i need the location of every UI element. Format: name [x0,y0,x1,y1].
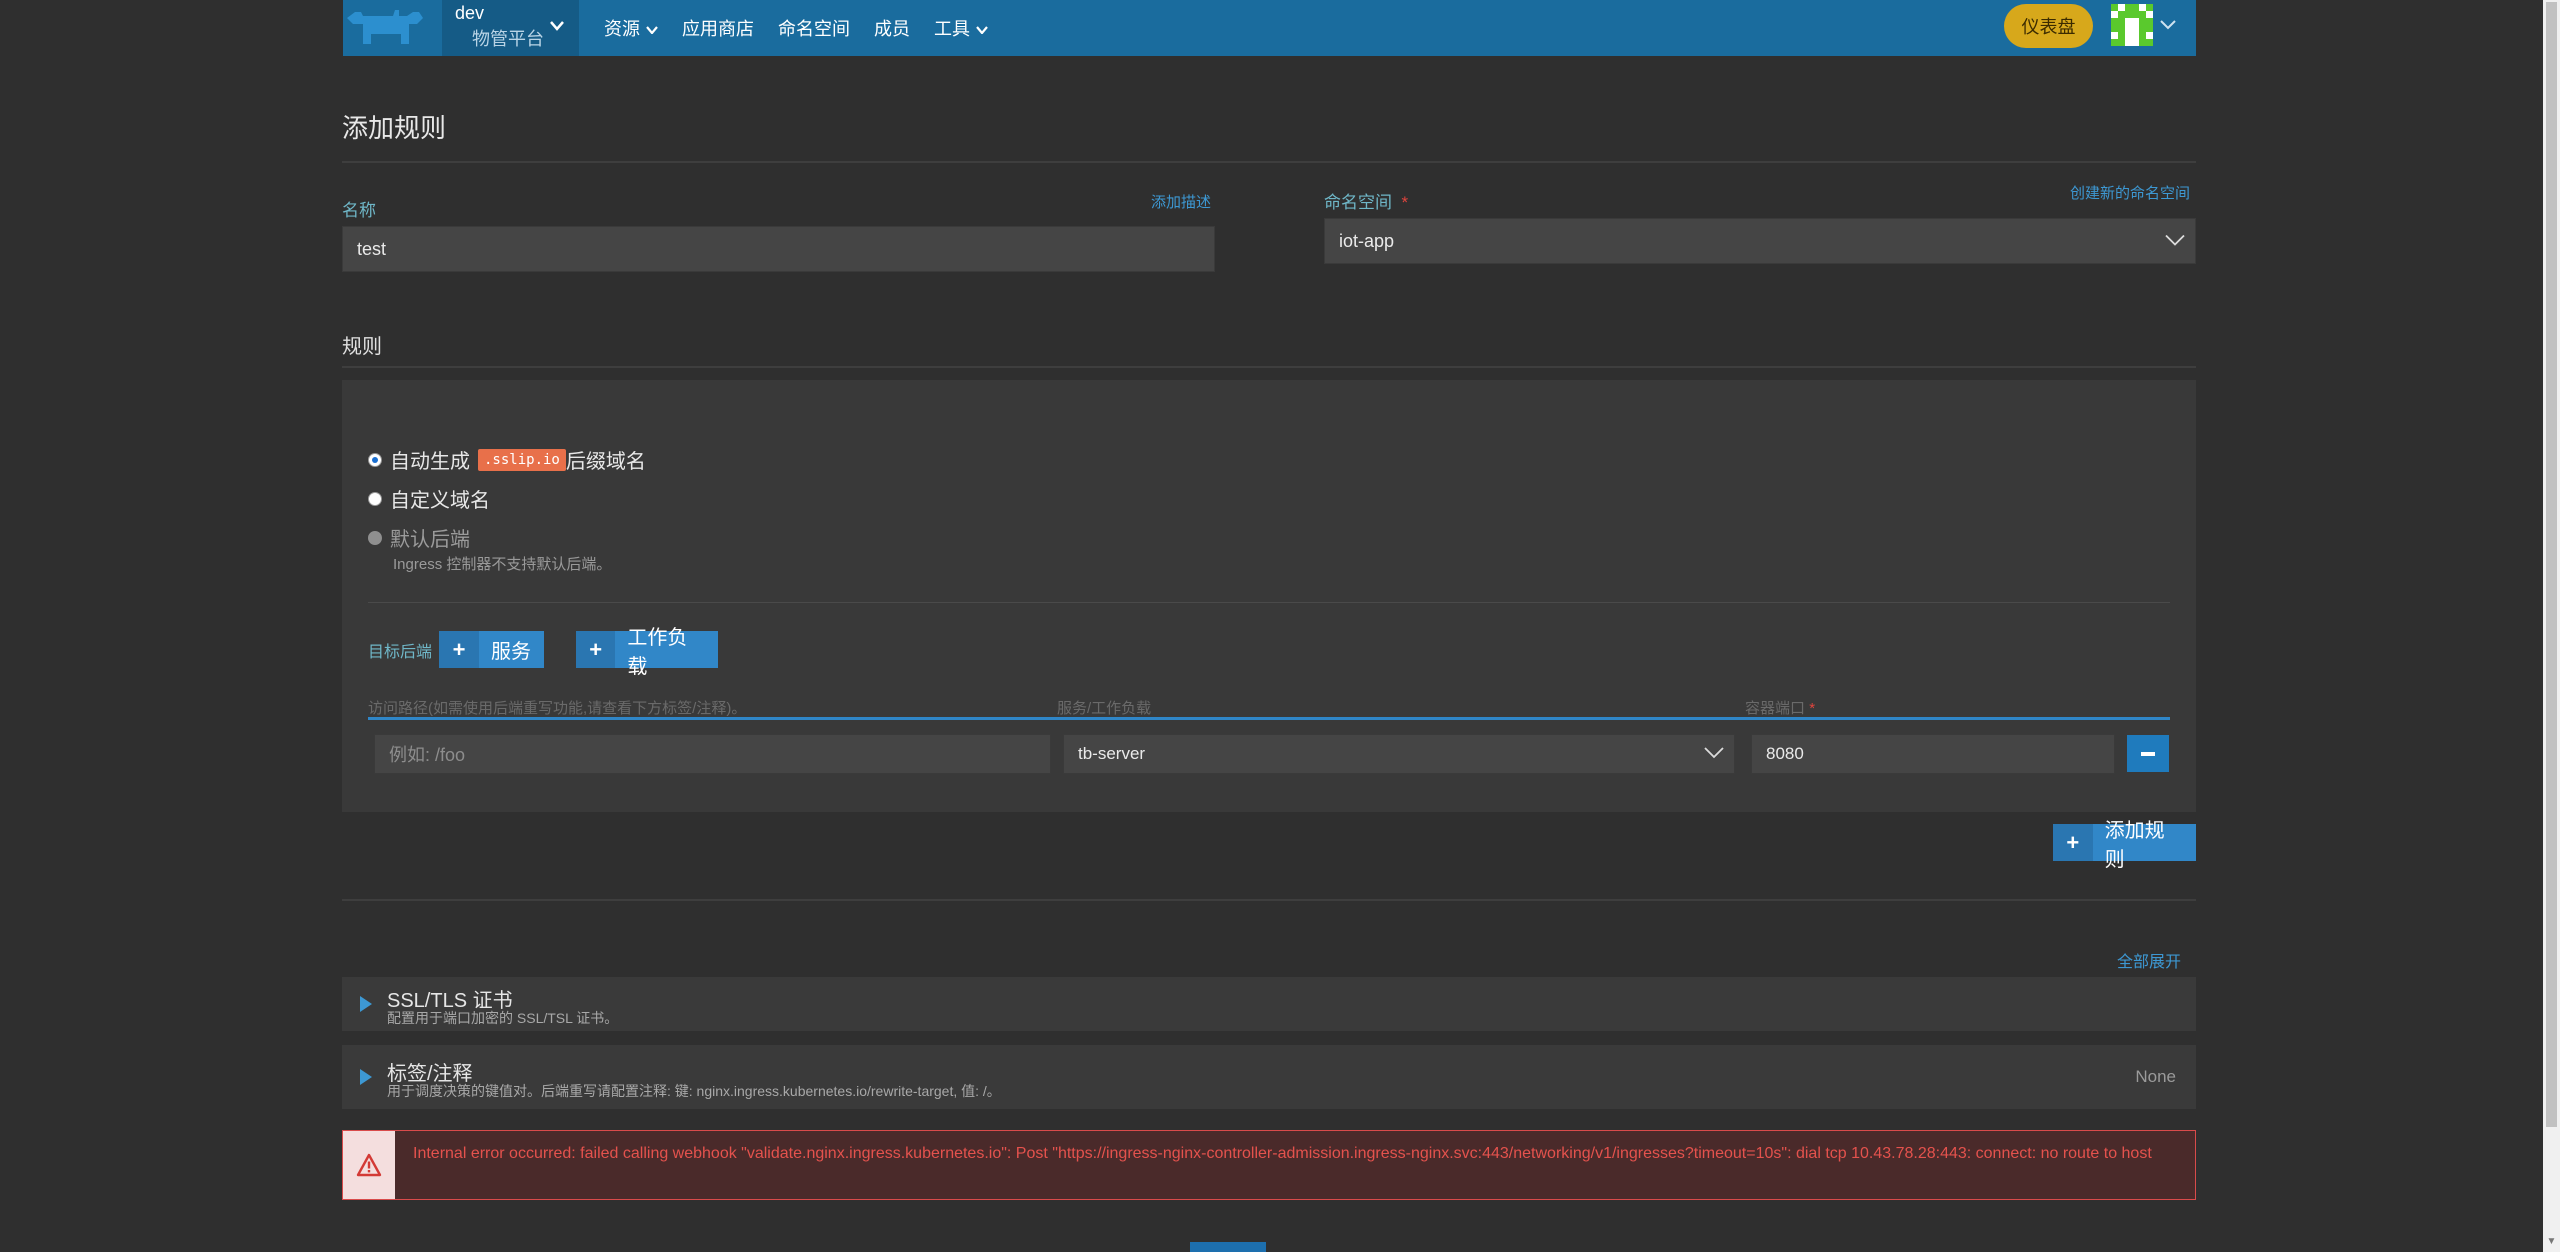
nav-item-namespaces[interactable]: 命名空间 [766,0,862,56]
namespace-value: iot-app [1339,230,1395,251]
error-banner: Internal error occurred: failed calling … [342,1130,2196,1200]
nav-item-label: 工具 [934,19,970,39]
cluster-name: dev [455,3,485,23]
main-nav: 资源 应用商店 命名空间 成员 工具 [592,0,1000,56]
nav-item-resources[interactable]: 资源 [592,0,670,56]
chevron-down-icon [976,18,988,39]
port-input[interactable]: 8080 [1751,734,2115,774]
button-label: 工作负载 [627,626,688,678]
section-subtitle: 用于调度决策的键值对。后端重写请配置注释: 键: nginx.ingress.k… [387,1083,1001,1099]
target-value: tb-server [1078,744,1146,763]
scrollbar-thumb[interactable] [2546,2,2557,1127]
labels-annotations-section[interactable]: 标签/注释 用于调度决策的键值对。后端重写请配置注释: 键: nginx.ing… [342,1045,2196,1109]
path-input[interactable]: 例如: /foo [374,734,1051,774]
name-label: 名称 [342,201,376,220]
chevron-down-icon [550,18,564,36]
nav-item-label: 成员 [874,19,910,39]
radio-label: 自动生成 [390,451,470,473]
default-backend-hint: Ingress 控制器不支持默认后端。 [393,556,612,573]
nav-item-app-store[interactable]: 应用商店 [670,0,766,56]
avatar[interactable] [2111,4,2153,46]
nav-item-label: 资源 [604,19,640,39]
radio-unselected-icon [368,491,382,506]
divider [342,161,2196,163]
add-description-link[interactable]: 添加描述 [1151,191,1211,212]
namespace-label: 命名空间 * [1324,193,1409,212]
chevron-down-icon[interactable] [2160,17,2176,35]
create-namespace-link[interactable]: 创建新的命名空间 [2070,182,2190,203]
namespace-select[interactable]: iot-app [1324,218,2196,264]
radio-label: 自定义域名 [390,490,490,512]
divider [368,602,2170,603]
error-message: Internal error occurred: failed calling … [413,1145,2152,1162]
radio-auto-domain[interactable]: 自动生成 .sslip.io 后缀域名 [368,445,646,474]
caret-right-icon [360,996,372,1012]
rancher-logo-icon[interactable] [343,4,429,48]
column-header-path: 访问路径(如需使用后端重写功能,请查看下方标签/注释)。 [368,700,747,717]
button-label: 服务 [491,641,531,663]
chevron-down-icon [1704,744,1724,764]
table-header-underline [368,717,2170,720]
target-backend-label: 目标后端 [368,644,433,661]
plus-icon: + [2053,824,2093,861]
warning-triangle-icon [343,1131,395,1199]
add-workload-button[interactable]: + 工作负载 [576,627,718,678]
target-select[interactable]: tb-server [1063,734,1735,774]
sslip-suffix-tag: .sslip.io [478,448,566,471]
expand-all-link[interactable]: 全部展开 [2117,948,2181,972]
chevron-down-icon [646,18,658,39]
radio-default-backend: 默认后端 [368,523,470,552]
divider [342,899,2196,901]
add-service-button[interactable]: + 服务 [439,631,544,668]
radio-disabled-icon [368,530,382,545]
dashboard-button[interactable]: 仪表盘 [2004,4,2093,48]
plus-icon: + [576,631,616,668]
button-label: 添加规则 [2104,819,2165,871]
nav-item-label: 命名空间 [778,19,850,39]
cluster-project-switcher[interactable]: dev 物管平台 [442,0,579,56]
rules-section-title: 规则 [342,336,382,358]
ssl-tls-section[interactable]: SSL/TLS 证书 配置用于端口加密的 SSL/TSL 证书。 [342,977,2196,1031]
page-title: 添加规则 [342,113,447,143]
section-subtitle: 配置用于端口加密的 SSL/TSL 证书。 [387,1010,619,1026]
radio-selected-icon [368,452,382,467]
remove-path-button[interactable] [2127,735,2169,772]
project-name: 物管平台 [472,29,544,49]
divider [342,366,2196,368]
name-input[interactable]: test [342,226,1215,272]
nav-item-tools[interactable]: 工具 [922,0,1000,56]
labels-count-value: None [2135,1067,2176,1086]
nav-item-members[interactable]: 成员 [862,0,922,56]
column-header-target: 服务/工作负载 [1057,700,1152,717]
minus-icon [2141,751,2155,756]
radio-label: 默认后端 [390,529,470,551]
scroll-down-icon[interactable]: ▼ [2546,1236,2557,1248]
save-button[interactable] [1190,1242,1266,1252]
caret-right-icon [360,1069,372,1085]
radio-label: 后缀域名 [565,451,646,473]
chevron-down-icon [2165,231,2185,252]
nav-item-label: 应用商店 [682,19,754,39]
radio-custom-domain[interactable]: 自定义域名 [368,484,490,513]
add-rule-button[interactable]: + 添加规则 [2053,820,2196,871]
plus-icon: + [439,631,479,668]
column-header-port: 容器端口 * [1745,700,1816,717]
